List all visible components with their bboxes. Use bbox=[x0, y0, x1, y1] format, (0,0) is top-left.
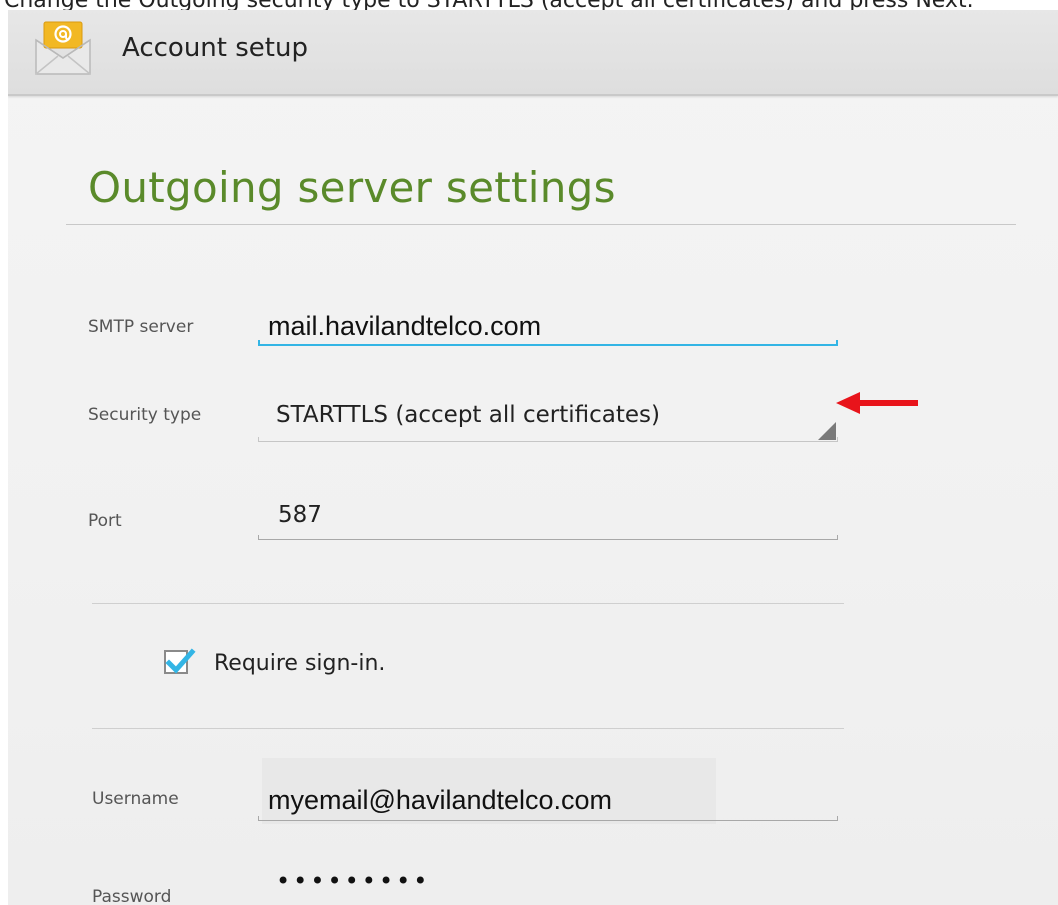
account-setup-screen: Account setup Outgoing server settings S… bbox=[8, 10, 1058, 905]
title-divider bbox=[66, 224, 1016, 225]
section-divider bbox=[92, 603, 844, 604]
email-app-icon[interactable] bbox=[32, 20, 94, 78]
username-input[interactable]: myemail@havilandtelco.com bbox=[268, 784, 612, 816]
security-type-label: Security type bbox=[88, 405, 202, 425]
smtp-server-input[interactable]: mail.havilandtelco.com bbox=[268, 310, 541, 342]
section-divider bbox=[92, 728, 844, 729]
port-label: Port bbox=[88, 511, 122, 531]
smtp-server-label: SMTP server bbox=[88, 317, 194, 337]
username-label: Username bbox=[92, 789, 179, 809]
security-type-spinner[interactable]: STARTTLS (accept all certificates) bbox=[276, 400, 660, 430]
page-title: Outgoing server settings bbox=[88, 163, 616, 212]
checkmark-icon bbox=[165, 648, 196, 674]
password-label: Password bbox=[92, 887, 172, 905]
spinner-triangle-icon[interactable] bbox=[818, 422, 836, 440]
port-input[interactable]: 587 bbox=[278, 500, 322, 530]
username-underline bbox=[258, 816, 838, 821]
red-arrow-icon bbox=[836, 392, 920, 414]
password-input[interactable]: ••••••••• bbox=[276, 866, 430, 896]
instruction-caption: Change the Outgoing security type to STA… bbox=[0, 0, 1058, 10]
actionbar-title: Account setup bbox=[122, 33, 308, 63]
require-signin-label[interactable]: Require sign-in. bbox=[214, 650, 385, 678]
port-underline bbox=[258, 535, 838, 540]
require-signin-checkbox[interactable] bbox=[164, 648, 196, 674]
security-type-underline bbox=[258, 437, 838, 442]
action-bar: Account setup bbox=[8, 10, 1058, 96]
smtp-server-underline bbox=[258, 340, 838, 346]
